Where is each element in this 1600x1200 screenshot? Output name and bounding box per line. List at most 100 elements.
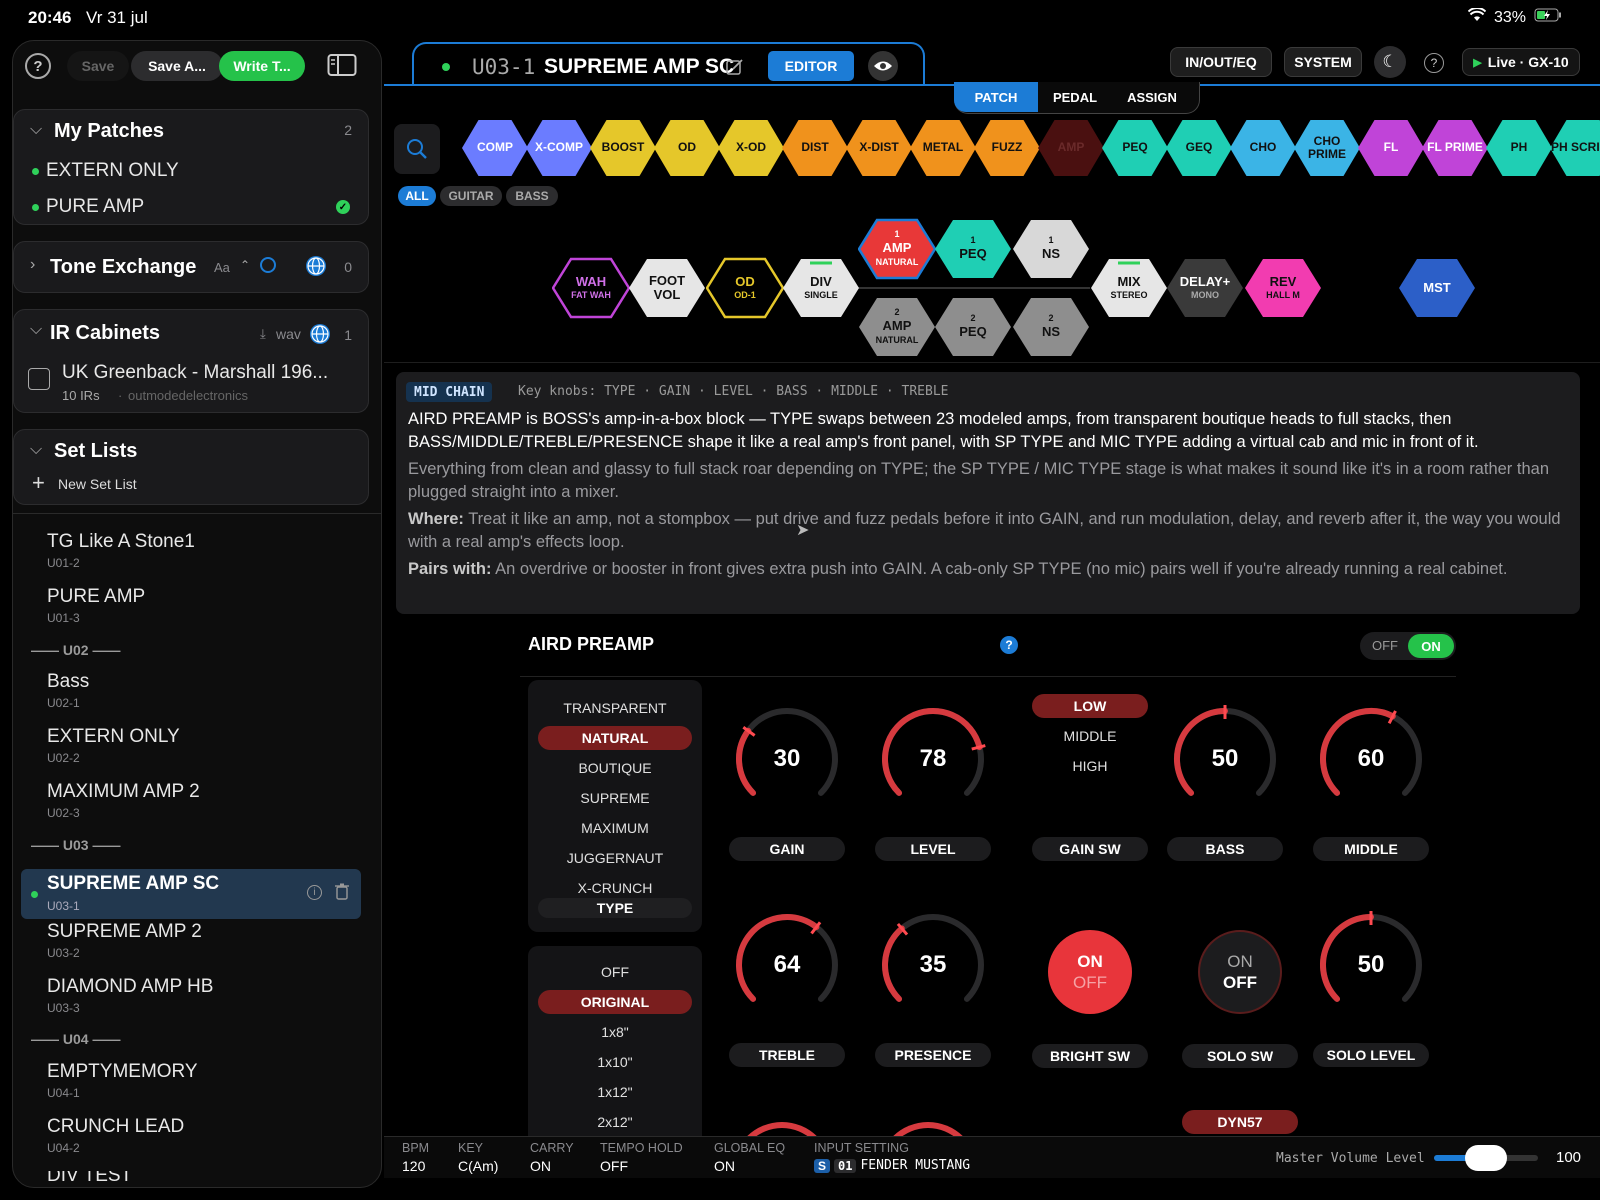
- filter-all[interactable]: ALL: [398, 186, 436, 206]
- palette-block-geq[interactable]: GEQ: [1166, 120, 1232, 176]
- globe-icon[interactable]: [306, 256, 326, 276]
- sidebar-toggle-icon[interactable]: [327, 53, 357, 82]
- gain-sw-option[interactable]: HIGH: [1032, 754, 1148, 778]
- history-icon[interactable]: [260, 257, 276, 273]
- chevron-down-icon[interactable]: ⌵: [30, 121, 42, 139]
- palette-block-x-od[interactable]: X-OD: [718, 120, 784, 176]
- knob-gain[interactable]: 30: [732, 704, 842, 814]
- patch-name[interactable]: SUPREME AMP SC: [544, 55, 734, 79]
- tone-exchange-card[interactable]: › Tone Exchange Aa ⌃ 0: [13, 241, 369, 293]
- moon-icon[interactable]: ☾: [1374, 46, 1406, 78]
- edit-icon[interactable]: [726, 58, 744, 81]
- chevron-down-icon[interactable]: ⌵: [30, 321, 42, 339]
- save-as-button[interactable]: Save A...: [131, 51, 223, 81]
- chain-block-amp-2[interactable]: 2 AMP NATURAL: [858, 296, 936, 358]
- knob-treble[interactable]: 64: [732, 910, 842, 1020]
- palette-block-x-dist[interactable]: X-DIST: [846, 120, 912, 176]
- sort-toggle[interactable]: Aa: [214, 260, 230, 275]
- palette-block-cho[interactable]: CHO: [1230, 120, 1296, 176]
- sp-type-option[interactable]: OFF: [538, 960, 692, 984]
- patch-item-extern-only[interactable]: EXTERN ONLY: [32, 158, 362, 186]
- tab-assign[interactable]: ASSIGN: [1114, 82, 1190, 112]
- trash-icon[interactable]: [335, 883, 349, 905]
- chain-block-ns-2[interactable]: 2 NS: [1012, 296, 1090, 358]
- sp-type-option[interactable]: 1x12": [538, 1080, 692, 1104]
- system-button[interactable]: SYSTEM: [1284, 47, 1362, 77]
- knob-bass[interactable]: 50: [1170, 704, 1280, 814]
- mic-type-value[interactable]: DYN57: [1182, 1110, 1298, 1134]
- sp-type-option[interactable]: 1x10": [538, 1050, 692, 1074]
- live-device-button[interactable]: ▶ Live · GX-10: [1462, 48, 1580, 76]
- chain-block-rev[interactable]: REV HALL M: [1244, 257, 1322, 319]
- gain-sw-option-selected[interactable]: LOW: [1032, 694, 1148, 718]
- help-icon[interactable]: ?: [25, 53, 51, 79]
- tempo-hold-readout[interactable]: TEMPO HOLD OFF: [600, 1141, 683, 1174]
- type-option[interactable]: SUPREME: [538, 786, 692, 810]
- patch-item-pure-amp[interactable]: PURE AMP ✓: [32, 194, 362, 222]
- type-option-selected[interactable]: NATURAL: [538, 726, 692, 750]
- in-out-eq-button[interactable]: IN/OUT/EQ: [1170, 47, 1272, 77]
- chevron-down-icon[interactable]: ⌵: [30, 441, 42, 459]
- knob-solo-level[interactable]: 50: [1316, 910, 1426, 1020]
- chain-block-peq-2[interactable]: 2 PEQ: [934, 296, 1012, 358]
- chain-block-peq-1[interactable]: 1 PEQ: [934, 218, 1012, 280]
- knob-partial[interactable]: [878, 1122, 978, 1136]
- list-item[interactable]: EMPTYMEMORY U04-1: [47, 1061, 198, 1100]
- editor-button[interactable]: EDITOR: [768, 51, 854, 81]
- global-eq-readout[interactable]: GLOBAL EQ ON: [714, 1141, 785, 1174]
- carry-readout[interactable]: CARRY ON: [530, 1141, 574, 1174]
- list-item[interactable]: Bass U02-1: [47, 671, 89, 710]
- chain-block-ns-1[interactable]: 1 NS: [1012, 218, 1090, 280]
- type-option[interactable]: X-CRUNCH: [538, 876, 692, 900]
- palette-block-peq[interactable]: PEQ: [1102, 120, 1168, 176]
- chain-block-od[interactable]: OD OD-1: [706, 257, 784, 319]
- write-button[interactable]: Write T...: [219, 51, 305, 81]
- help-icon[interactable]: ?: [1000, 636, 1018, 654]
- list-item[interactable]: DIV TEST: [47, 1171, 132, 1185]
- key-readout[interactable]: KEY C(Am): [458, 1141, 498, 1174]
- help-icon[interactable]: ?: [1424, 53, 1444, 73]
- filter-guitar[interactable]: GUITAR: [440, 186, 502, 206]
- palette-block-x-comp[interactable]: X-COMP: [526, 120, 592, 176]
- new-set-list-button[interactable]: New Set List: [58, 476, 137, 492]
- block-onoff-toggle[interactable]: OFF ON: [1360, 632, 1456, 660]
- palette-block-comp[interactable]: COMP: [462, 120, 528, 176]
- bright-switch[interactable]: ON OFF: [1048, 930, 1132, 1014]
- palette-block-amp[interactable]: AMP: [1038, 120, 1104, 176]
- chain-block-mix[interactable]: MIX STEREO: [1090, 257, 1168, 319]
- list-item[interactable]: TG Like A Stone1 U01-2: [47, 531, 195, 570]
- palette-block-ph-script[interactable]: PH SCRIPT: [1550, 120, 1600, 176]
- palette-block-fuzz[interactable]: FUZZ: [974, 120, 1040, 176]
- chevron-up-icon[interactable]: ⌃: [240, 258, 250, 272]
- filter-bass[interactable]: BASS: [506, 186, 558, 206]
- gain-sw-option[interactable]: MIDDLE: [1032, 724, 1148, 748]
- tab-patch[interactable]: PATCH: [954, 82, 1038, 112]
- palette-block-boost[interactable]: BOOST: [590, 120, 656, 176]
- type-option[interactable]: BOUTIQUE: [538, 756, 692, 780]
- knob-middle[interactable]: 60: [1316, 704, 1426, 814]
- list-item[interactable]: DIAMOND AMP HB U03-3: [47, 976, 213, 1015]
- knob-level[interactable]: 78: [878, 704, 988, 814]
- bpm-readout[interactable]: BPM 120: [402, 1141, 429, 1174]
- sp-type-option[interactable]: 2x12": [538, 1110, 692, 1134]
- list-item[interactable]: CRUNCH LEAD U04-2: [47, 1116, 184, 1155]
- chain-block-mst[interactable]: MST: [1398, 257, 1476, 319]
- ir-item[interactable]: UK Greenback - Marshall 196... 10 IRs · …: [28, 360, 358, 406]
- knob-partial[interactable]: [732, 1122, 832, 1136]
- knob-presence[interactable]: 35: [878, 910, 988, 1020]
- list-item-selected[interactable]: SUPREME AMP SC U03-1 i: [21, 869, 361, 919]
- type-option[interactable]: MAXIMUM: [538, 816, 692, 840]
- search-button[interactable]: [394, 124, 440, 174]
- tab-pedal[interactable]: PEDAL: [1038, 82, 1112, 112]
- list-item[interactable]: SUPREME AMP 2 U03-2: [47, 921, 202, 960]
- globe-icon[interactable]: [310, 324, 330, 344]
- chain-block-foot-vol[interactable]: FOOT VOL: [628, 257, 706, 319]
- chain-block-amp-1[interactable]: 1 AMP NATURAL: [858, 218, 936, 280]
- slider-thumb[interactable]: [1465, 1145, 1507, 1171]
- solo-switch[interactable]: ON OFF: [1198, 930, 1282, 1014]
- palette-block-fl-prime[interactable]: FL PRIME: [1422, 120, 1488, 176]
- palette-block-fl[interactable]: FL: [1358, 120, 1424, 176]
- list-item[interactable]: MAXIMUM AMP 2 U02-3: [47, 781, 200, 820]
- palette-block-cho-prime[interactable]: CHO PRIME: [1294, 120, 1360, 176]
- plus-icon[interactable]: +: [32, 470, 45, 496]
